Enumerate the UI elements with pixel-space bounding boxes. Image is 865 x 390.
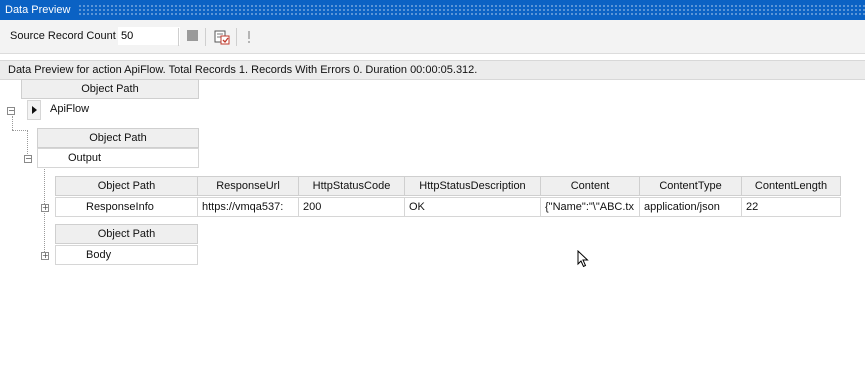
window-title: Data Preview <box>5 4 71 16</box>
expand-icon[interactable]: + <box>41 252 49 260</box>
status-text: Data Preview for action ApiFlow. Total R… <box>8 64 478 76</box>
current-row-icon <box>32 106 37 114</box>
column-header-object-path[interactable]: Object Path <box>21 79 199 99</box>
cell-contentlength[interactable]: 22 <box>741 197 841 217</box>
toolbar-separator <box>236 28 237 46</box>
column-header-contentlength[interactable]: ContentLength <box>741 176 841 196</box>
collapse-icon[interactable]: − <box>24 155 32 163</box>
cell-contenttype[interactable]: application/json <box>639 197 742 217</box>
column-header-content[interactable]: Content <box>540 176 640 196</box>
record-count-label: Source Record Count <box>10 30 116 42</box>
column-header-object-path[interactable]: Object Path <box>55 224 198 244</box>
column-header-contenttype[interactable]: ContentType <box>639 176 742 196</box>
column-header-object-path[interactable]: Object Path <box>55 176 198 196</box>
row-indicator[interactable] <box>27 100 41 120</box>
collapse-icon[interactable]: − <box>7 107 15 115</box>
status-bar: Data Preview for action ApiFlow. Total R… <box>0 60 865 80</box>
toolbar-separator <box>178 28 179 46</box>
cell-httpstatusdescription[interactable]: OK <box>404 197 541 217</box>
cell-responseinfo[interactable]: ResponseInfo <box>55 197 198 217</box>
toolbar-separator <box>205 28 206 46</box>
cell-body[interactable]: Body <box>55 245 198 265</box>
cell-httpstatuscode[interactable]: 200 <box>298 197 405 217</box>
cell-output[interactable]: Output <box>37 148 199 168</box>
titlebar-grip <box>78 4 865 16</box>
cell-responseurl[interactable]: https://vmqa537: <box>197 197 299 217</box>
warning-icon[interactable] <box>244 29 258 43</box>
toolbar: Source Record Count <box>0 20 865 54</box>
column-header-responseurl[interactable]: ResponseUrl <box>197 176 299 196</box>
mouse-cursor-icon <box>577 249 589 271</box>
column-header-httpstatusdescription[interactable]: HttpStatusDescription <box>404 176 541 196</box>
export-icon[interactable] <box>214 29 230 45</box>
tree-line <box>12 116 13 130</box>
cell-apiflow[interactable]: ApiFlow <box>41 100 199 120</box>
window-titlebar: Data Preview <box>0 0 865 20</box>
column-header-httpstatuscode[interactable]: HttpStatusCode <box>298 176 405 196</box>
tree-line <box>12 130 26 131</box>
cell-content[interactable]: {"Name":"\"ABC.tx <box>540 197 640 217</box>
record-count-input[interactable] <box>118 27 180 45</box>
column-header-object-path[interactable]: Object Path <box>37 128 199 148</box>
stop-icon[interactable] <box>186 29 200 43</box>
expand-icon[interactable]: + <box>41 204 49 212</box>
